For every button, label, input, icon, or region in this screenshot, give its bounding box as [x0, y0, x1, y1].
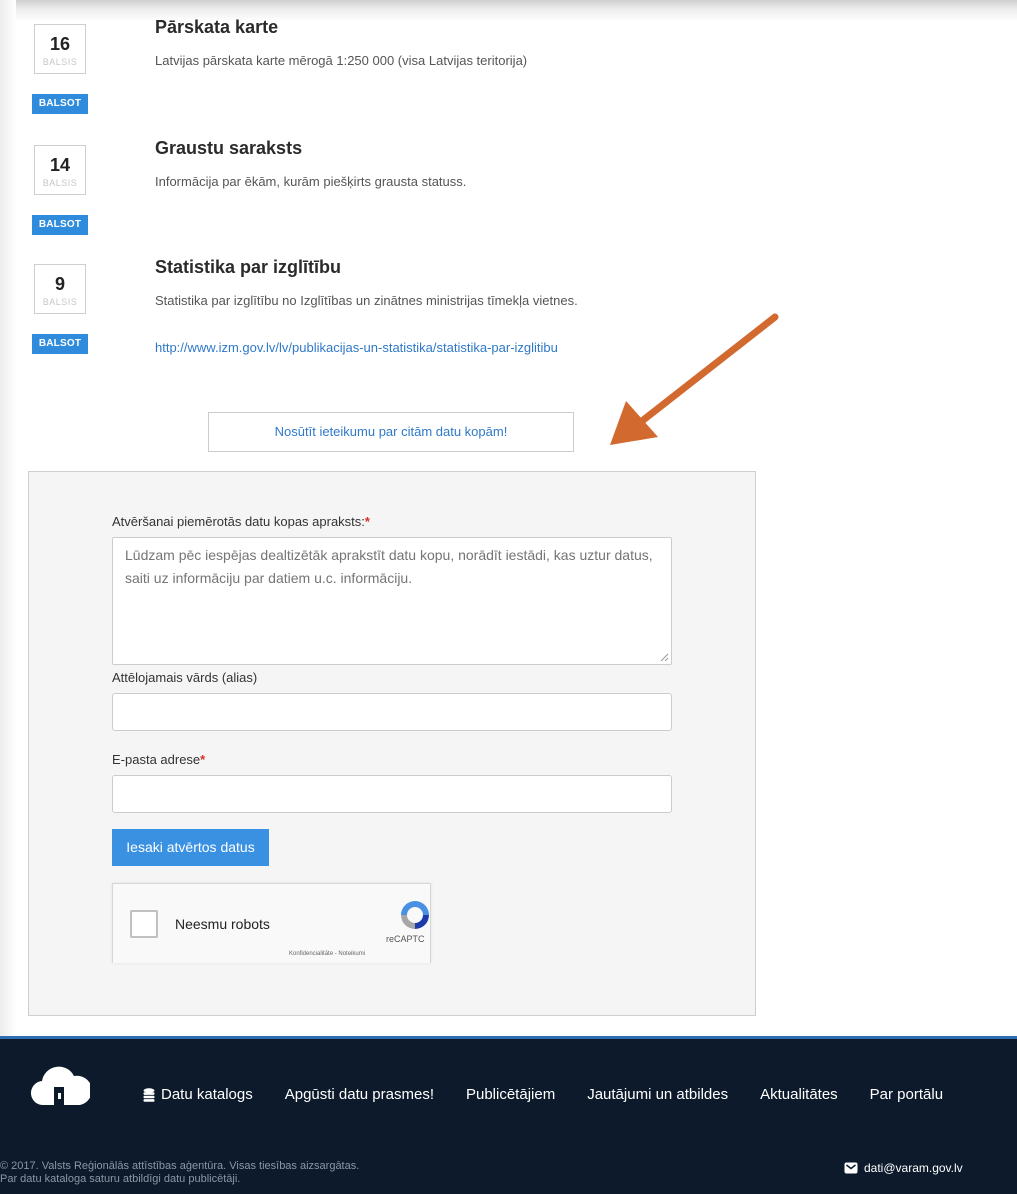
recaptcha-label: Neesmu robots [175, 916, 270, 932]
vote-button[interactable]: BALSOT [32, 215, 88, 235]
footer-nav-datu-katalogs[interactable]: Datu katalogs [143, 1086, 253, 1103]
dataset-title: Pārskata karte [155, 17, 279, 37]
footer-nav: Datu katalogs Apgūsti datu prasmes! Publ… [143, 1086, 943, 1103]
footer-email-text: dati@varam.gov.lv [864, 1161, 963, 1175]
copyright-line: Par datu kataloga saturu atbildīgi datu … [0, 1173, 241, 1185]
dataset-title: Graustu saraksts [155, 138, 303, 158]
description-textarea[interactable] [112, 537, 672, 665]
vote-count: 16 [49, 34, 71, 54]
dataset-description: Statistika par izglītību no Izglītības u… [155, 293, 578, 308]
page-edge [0, 0, 16, 1040]
required-mark: * [364, 514, 370, 529]
footer-nav-par-portalu[interactable]: Par portālu [870, 1086, 943, 1103]
annotation-arrow-icon [610, 313, 779, 445]
envelope-icon [844, 1162, 858, 1174]
footer-nav-jautajumi[interactable]: Jautājumi un atbildes [587, 1086, 728, 1103]
vote-unit-label: BALSIS [42, 297, 78, 307]
resize-grip-icon[interactable] [659, 652, 669, 662]
recaptcha-brand: reCAPTC [386, 934, 425, 944]
footer-nav-publicetajiem[interactable]: Publicētājiem [466, 1086, 555, 1103]
recaptcha-links[interactable]: Konfidencialitāte - Noteikumi [289, 951, 365, 957]
recaptcha-checkbox[interactable] [130, 910, 158, 938]
alias-label: Attēlojamais vārds (alias) [112, 670, 258, 685]
alias-input[interactable] [112, 693, 672, 731]
copyright-line: © 2017. Valsts Reģionālās attīstības aģe… [0, 1160, 360, 1172]
description-label: Atvēršanai piemērotās datu kopas aprakst… [112, 514, 370, 529]
email-label: E-pasta adrese* [112, 752, 205, 767]
top-shadow [0, 0, 1017, 22]
vote-count: 14 [49, 155, 71, 175]
vote-unit-label: BALSIS [42, 178, 78, 188]
database-icon [143, 1087, 155, 1102]
vote-count: 9 [54, 274, 65, 294]
required-mark: * [200, 752, 206, 767]
suggest-dataset-button[interactable]: Nosūtīt ieteikumu par citām datu kopām! [208, 412, 574, 452]
vote-button[interactable]: BALSOT [32, 334, 88, 354]
dataset-description: Informācija par ēkām, kurām piešķirts gr… [155, 174, 467, 189]
vote-counter: 14 BALSIS [34, 145, 86, 195]
recaptcha-widget: Neesmu robots reCAPTC Konfidencialitāte … [112, 883, 431, 963]
footer-nav-label: Datu katalogs [161, 1086, 253, 1103]
dataset-description: Latvijas pārskata karte mērogā 1:250 000… [155, 53, 528, 68]
vote-counter: 9 BALSIS [34, 264, 86, 314]
dataset-link[interactable]: http://www.izm.gov.lv/lv/publikacijas-un… [155, 340, 558, 355]
dataset-title: Statistika par izglītību [155, 257, 342, 277]
footer-nav-aktualitates[interactable]: Aktualitātes [760, 1086, 838, 1103]
footer-copyright: © 2017. Valsts Reģionālās attīstības aģe… [0, 1160, 359, 1186]
email-label-text: E-pasta adrese [112, 752, 201, 767]
vote-button[interactable]: BALSOT [32, 94, 88, 114]
vote-counter: 16 BALSIS [34, 24, 86, 74]
footer-email-link[interactable]: dati@varam.gov.lv [844, 1161, 963, 1175]
site-footer: Datu katalogs Apgūsti datu prasmes! Publ… [0, 1036, 1017, 1194]
recaptcha-logo-icon [401, 901, 429, 929]
description-label-text: Atvēršanai piemērotās datu kopas aprakst… [112, 514, 365, 529]
email-input[interactable] [112, 775, 672, 813]
footer-nav-apgusti[interactable]: Apgūsti datu prasmes! [285, 1086, 434, 1103]
cloud-logo-icon[interactable] [30, 1065, 90, 1111]
submit-button[interactable]: Iesaki atvērtos datus [112, 829, 269, 866]
suggestion-form: Atvēršanai piemērotās datu kopas aprakst… [28, 471, 756, 1016]
vote-unit-label: BALSIS [42, 57, 78, 67]
